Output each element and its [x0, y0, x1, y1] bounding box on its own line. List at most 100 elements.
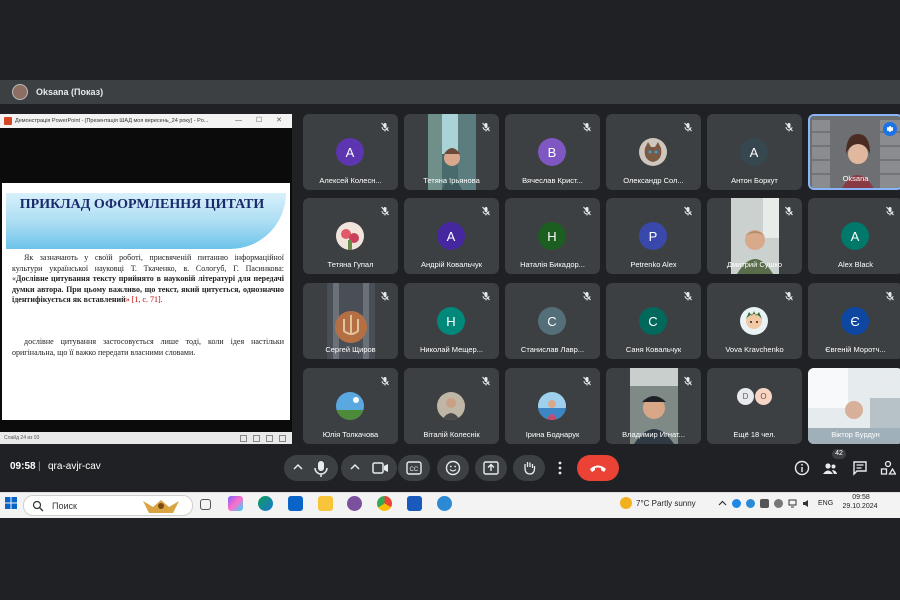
camera-icon: [350, 462, 388, 474]
participant-tile[interactable]: Юлія Толкачова: [303, 368, 398, 444]
participant-tile[interactable]: Дмитрий Сушко: [707, 198, 802, 274]
chrome-icon[interactable]: [377, 496, 392, 511]
speaking-indicator-icon: [883, 122, 897, 136]
onedrive-icon[interactable]: [732, 499, 741, 508]
participant-name: Олександр Сол...: [623, 176, 684, 185]
avatar-photo: [336, 222, 364, 250]
avatar: Є: [841, 307, 869, 335]
view-sorter-icon[interactable]: [253, 435, 260, 442]
view-slideshow-icon[interactable]: [279, 435, 286, 442]
mic-off-icon: [381, 376, 389, 386]
file-explorer-icon[interactable]: [318, 496, 333, 511]
presenter-name: Oksana (Показ): [36, 87, 104, 97]
weather-text[interactable]: 7°C Partly sunny: [636, 499, 696, 508]
ppt-window-title: Демонстрація PowerPoint - [Презентація Ш…: [15, 118, 209, 124]
captions-button[interactable]: CC: [398, 455, 430, 481]
participant-tile[interactable]: Oksana: [808, 114, 900, 190]
mic-off-icon: [583, 376, 591, 386]
participant-tile[interactable]: B Вячеслав Крист...: [505, 114, 600, 190]
tray-camera-icon[interactable]: [774, 499, 783, 508]
windows-start-icon[interactable]: [5, 497, 17, 509]
mic-off-icon: [583, 291, 591, 301]
view-reading-icon[interactable]: [266, 435, 273, 442]
clock-time[interactable]: 09:58: [846, 494, 876, 501]
slide-area: ПРИКЛАД ОФОРМЛЕННЯ ЦИТАТИ Як зазначають …: [0, 128, 292, 432]
participant-name: Андрій Ковальчук: [421, 260, 482, 269]
participant-tile[interactable]: Vova Kravchenko: [707, 283, 802, 359]
edge-icon[interactable]: [258, 496, 273, 511]
end-call-button[interactable]: [577, 455, 619, 481]
taskbar-search[interactable]: Поиск: [23, 495, 193, 516]
mic-off-icon: [886, 376, 894, 386]
slide-paragraph-2: дослівне цитування застосовується лише т…: [12, 337, 284, 357]
tray-app-icon[interactable]: [746, 499, 755, 508]
slide-counter: Слайд 24 из 93: [4, 435, 40, 441]
ppt-window-buttons: — ☐ ✕: [234, 117, 288, 124]
participant-tile[interactable]: A Антон Боркут: [707, 114, 802, 190]
participant-tile[interactable]: A Alex Black: [808, 198, 900, 274]
chat-icon[interactable]: [852, 460, 868, 476]
task-view-icon[interactable]: [200, 499, 211, 510]
participant-name: Oksana: [842, 174, 869, 183]
participant-tile[interactable]: H Наталія Бикадор...: [505, 198, 600, 274]
outlook-icon[interactable]: [288, 496, 303, 511]
avatar-photo: [437, 392, 465, 420]
raise-hand-button[interactable]: [513, 455, 545, 481]
search-icon: [32, 500, 44, 511]
participant-tile[interactable]: C Саня Ковальчук: [606, 283, 701, 359]
info-icon[interactable]: [794, 460, 810, 476]
more-options-button[interactable]: [550, 455, 570, 481]
avatar: B: [538, 138, 566, 166]
word-icon[interactable]: [407, 496, 422, 511]
network-icon[interactable]: [788, 499, 797, 508]
weather-icon[interactable]: [620, 497, 632, 509]
participant-tile[interactable]: Тетяна Гупал: [303, 198, 398, 274]
participant-tile[interactable]: A Андрій Ковальчук: [404, 198, 499, 274]
shared-screen[interactable]: Демонстрація PowerPoint - [Презентація Ш…: [0, 114, 292, 444]
people-count-badge: 42: [832, 449, 846, 459]
participant-name: Віктор Бурдун: [831, 430, 880, 439]
present-button[interactable]: [475, 455, 507, 481]
mic-off-icon: [381, 291, 389, 301]
participant-tile[interactable]: Ірина Боднарук: [505, 368, 600, 444]
mic-control[interactable]: [284, 455, 338, 481]
emoji-icon: [445, 460, 461, 476]
participant-name: Юлія Толкачова: [322, 430, 379, 439]
participant-tile[interactable]: Олександр Сол...: [606, 114, 701, 190]
participant-tile[interactable]: D O Ещё 18 чел.: [707, 368, 802, 444]
avatar: A: [336, 138, 364, 166]
participant-name: Вячеслав Крист...: [522, 176, 583, 185]
participant-tile[interactable]: Віктор Бурдун: [808, 368, 900, 444]
language-indicator[interactable]: ENG: [818, 500, 833, 507]
copilot-icon[interactable]: [228, 496, 243, 511]
tray-device-icon[interactable]: [760, 499, 769, 508]
participant-tile[interactable]: A Алексей Колесн...: [303, 114, 398, 190]
hand-icon: [524, 462, 536, 475]
avatar: O: [755, 388, 772, 405]
activities-icon[interactable]: [880, 460, 896, 476]
participant-tile[interactable]: P Petrenko Alex: [606, 198, 701, 274]
tray-chevron-icon[interactable]: [718, 499, 727, 508]
participant-tile[interactable]: Владимир Игнат...: [606, 368, 701, 444]
participant-name: Наталія Бикадор...: [520, 260, 585, 269]
participant-tile[interactable]: Сергей Щиров: [303, 283, 398, 359]
participant-tile[interactable]: H Николай Мещер...: [404, 283, 499, 359]
viber-icon[interactable]: [347, 496, 362, 511]
participant-tile[interactable]: Тетяна Ірьянова: [404, 114, 499, 190]
view-normal-icon[interactable]: [240, 435, 247, 442]
app-icon[interactable]: [437, 496, 452, 511]
slide: ПРИКЛАД ОФОРМЛЕННЯ ЦИТАТИ Як зазначають …: [2, 183, 290, 420]
avatar: C: [538, 307, 566, 335]
ppt-view-icons[interactable]: [240, 435, 286, 442]
participant-tile[interactable]: C Станислав Лавр...: [505, 283, 600, 359]
avatar: A: [740, 138, 768, 166]
people-icon[interactable]: [822, 460, 838, 476]
mic-off-icon: [482, 376, 490, 386]
camera-control[interactable]: [341, 455, 397, 481]
reactions-button[interactable]: [437, 455, 469, 481]
avatar: A: [841, 222, 869, 250]
clock-date[interactable]: 29.10.2024: [838, 503, 882, 510]
volume-icon[interactable]: [802, 499, 811, 508]
participant-tile[interactable]: Є Євгеній Моротч...: [808, 283, 900, 359]
participant-tile[interactable]: Віталій Колеснік: [404, 368, 499, 444]
